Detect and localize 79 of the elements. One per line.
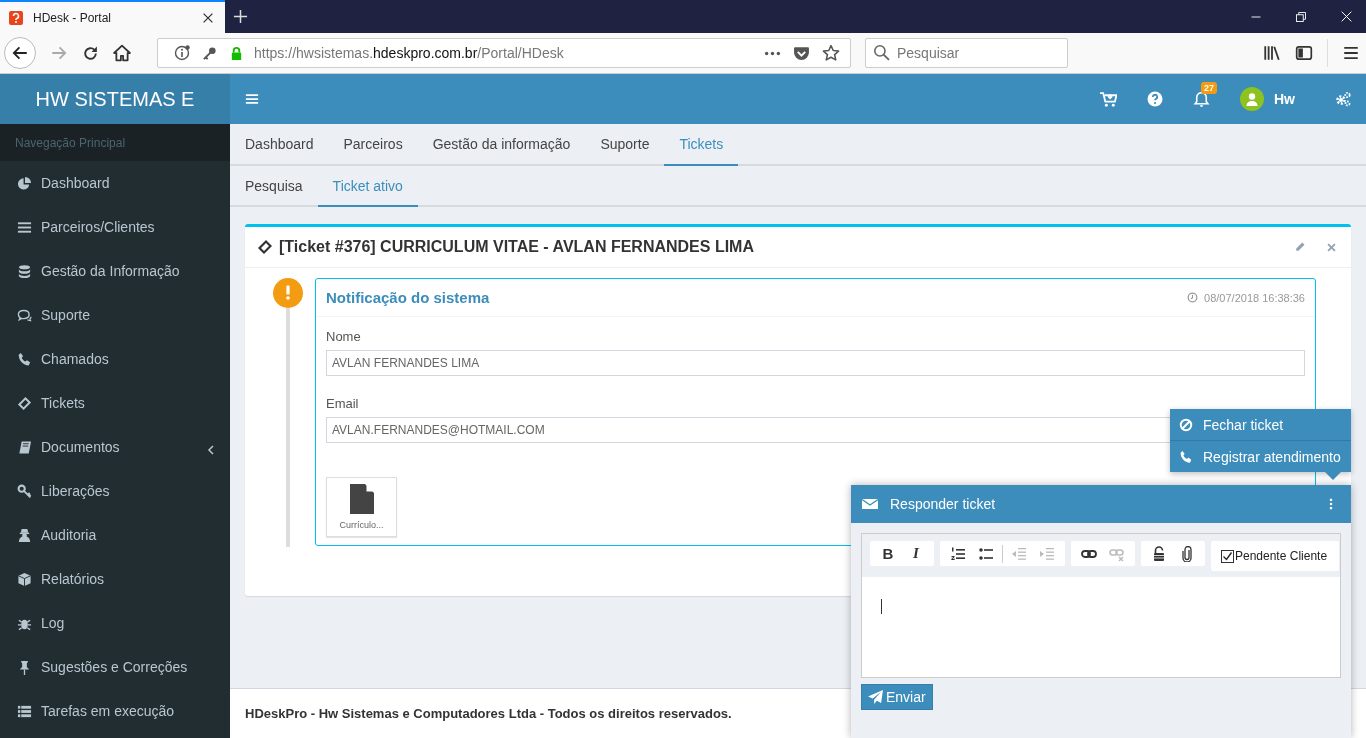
star-icon[interactable] <box>822 44 840 62</box>
home-icon[interactable] <box>113 44 131 62</box>
notification-count: 27 <box>1201 81 1217 94</box>
book-icon <box>17 439 32 455</box>
key-icon <box>17 483 32 499</box>
back-arrow-icon <box>11 44 29 62</box>
alert-icon <box>273 278 303 308</box>
sub-tab[interactable]: Pesquisa <box>230 166 318 207</box>
sidebar-item[interactable]: Liberações <box>0 469 230 513</box>
search-field[interactable]: Pesquisar <box>865 38 1068 68</box>
favicon-icon <box>9 10 23 25</box>
reload-icon[interactable] <box>82 44 99 62</box>
attachment-tile[interactable]: Currículo... <box>326 477 397 537</box>
figure-icon <box>17 527 32 543</box>
user-name[interactable]: Hw <box>1264 91 1310 107</box>
phone-icon <box>17 351 32 367</box>
plus-icon[interactable] <box>233 9 248 24</box>
avatar-icon[interactable] <box>1240 87 1264 111</box>
sidebar-item[interactable]: Suporte <box>0 293 230 337</box>
field-label: Email <box>326 396 359 411</box>
italic-button[interactable]: I <box>902 541 930 566</box>
panel-title: Responder ticket <box>890 496 996 512</box>
nav-tab[interactable]: Parceiros <box>328 124 418 166</box>
logo-text[interactable]: HW SISTEMAS E <box>0 74 230 124</box>
menu-icon[interactable] <box>1342 44 1360 62</box>
restore-icon[interactable] <box>1295 10 1307 23</box>
address-bar[interactable]: https://hwsistemas.hdeskpro.com.br/Portal/HDesk <box>157 38 851 68</box>
database-icon <box>17 263 32 279</box>
envelope-icon <box>862 496 878 512</box>
editor-field[interactable]: B I Pendente Cliente <box>861 533 1341 678</box>
url-text: https://hwsistemas.hdeskpro.com.br/Portal/HDesk <box>254 45 564 61</box>
list-icon <box>17 219 32 235</box>
pencil-icon[interactable] <box>1294 241 1306 253</box>
nav-tab[interactable]: Suporte <box>585 124 665 166</box>
file-icon <box>349 484 374 514</box>
cube-icon <box>17 571 32 587</box>
tasks-icon <box>17 703 32 719</box>
checkbox[interactable] <box>1221 549 1234 563</box>
sidebar-item[interactable]: Tickets <box>0 381 230 425</box>
text-field[interactable]: AVLAN FERNANDES LIMA <box>326 350 1305 376</box>
field-label: Nome <box>326 329 361 344</box>
menu-item[interactable]: Registrar atendimento <box>1170 440 1351 472</box>
chat-icon <box>17 307 32 323</box>
pocket-icon[interactable] <box>793 44 810 62</box>
sidebar-item[interactable]: Relatórios <box>0 557 230 601</box>
ticket-title: [Ticket #376] CURRICULUM VITAE - AVLAN FERNANDES LIMA <box>279 238 754 256</box>
sidebar-item[interactable]: Parceiros/Clientes <box>0 205 230 249</box>
phone-icon <box>1179 449 1193 464</box>
nav-tab[interactable]: Dashboard <box>230 124 329 166</box>
pending-client-option[interactable]: Pendente Cliente <box>1211 541 1340 571</box>
bold-button[interactable]: B <box>874 541 902 566</box>
sidebar-header: Navegação Principal <box>0 124 230 161</box>
attachment-name: Currículo... <box>339 520 384 530</box>
clock-icon <box>1187 292 1199 303</box>
cart-icon[interactable] <box>1100 90 1117 108</box>
event-time: 08/07/2018 16:38:36 <box>1204 291 1305 304</box>
padlock-icon <box>229 45 244 61</box>
event-title: Notificação do sistema <box>326 289 490 306</box>
bell-icon[interactable] <box>1193 90 1210 108</box>
sidebar-item[interactable]: Dashboard <box>0 161 230 205</box>
sidebar-item[interactable]: Auditoria <box>0 513 230 557</box>
sidebar-item[interactable]: Documentos <box>0 425 230 469</box>
library-icon[interactable] <box>1263 44 1281 62</box>
sidebar-icon[interactable] <box>1295 44 1313 62</box>
sidebar-item[interactable]: Sugestões e Correções <box>0 645 230 689</box>
send-button[interactable]: Enviar <box>861 684 933 710</box>
sidebar-item[interactable]: Tarefas em execução <box>0 689 230 733</box>
sidebar-item[interactable]: Gestão da Informação <box>0 249 230 293</box>
ban-icon <box>1179 417 1193 432</box>
info-icon <box>174 45 190 61</box>
nav-tab[interactable]: Gestão da informação <box>417 124 586 166</box>
key-icon <box>202 45 217 61</box>
help-icon[interactable] <box>1147 91 1163 107</box>
search-icon <box>873 44 890 61</box>
sidebar-item[interactable]: Log <box>0 601 230 645</box>
back-button[interactable] <box>4 37 36 69</box>
sidebar-item[interactable]: Chamados <box>0 337 230 381</box>
pie-chart-icon <box>17 175 32 191</box>
paper-plane-icon <box>868 690 883 704</box>
